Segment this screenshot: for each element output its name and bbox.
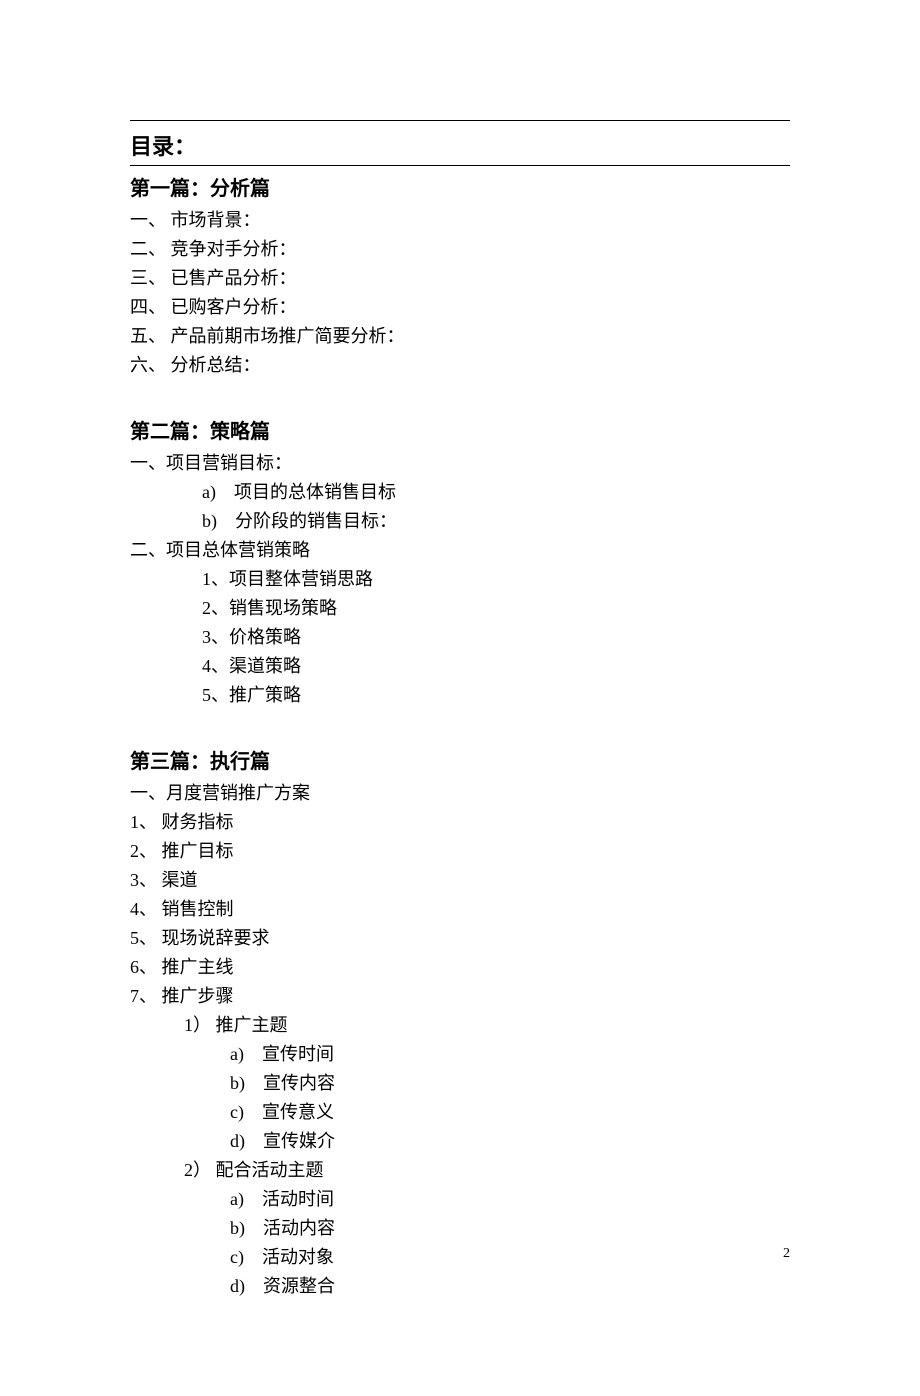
section-heading: 第一篇：分析篇 [130,172,790,201]
toc-entry: 1、项目整体营销思路 [130,566,790,593]
toc-title: 目录： [130,129,790,161]
toc-entry: a) 宣传时间 [130,1041,790,1068]
toc-entry: 1、 财务指标 [130,809,790,836]
toc-entry: c) 宣传意义 [130,1099,790,1126]
toc-section: 第一篇：分析篇一、 市场背景：二、 竞争对手分析：三、 已售产品分析：四、 已购… [130,172,790,379]
toc-entry: 5、推广策略 [130,682,790,709]
section-heading: 第二篇：策略篇 [130,415,790,444]
toc-entry: b) 活动内容 [130,1215,790,1242]
page-number: 2 [783,1246,790,1262]
toc-entry: 四、 已购客户分析： [130,294,790,321]
toc-entry: 4、渠道策略 [130,653,790,680]
toc-entry: 6、 推广主线 [130,954,790,981]
toc-entry: 2、 推广目标 [130,838,790,865]
toc-entry: 二、 竞争对手分析： [130,236,790,263]
title-underline [130,165,790,166]
toc-entry: 一、 市场背景： [130,207,790,234]
toc-entry: 六、 分析总结： [130,352,790,379]
toc-sections: 第一篇：分析篇一、 市场背景：二、 竞争对手分析：三、 已售产品分析：四、 已购… [130,172,790,1300]
toc-entry: 7、 推广步骤 [130,983,790,1010]
top-rule [130,120,790,121]
toc-entry: 五、 产品前期市场推广简要分析： [130,323,790,350]
toc-entry: a) 项目的总体销售目标 [130,479,790,506]
toc-entry: 一、月度营销推广方案 [130,780,790,807]
toc-entry: b) 分阶段的销售目标： [130,508,790,535]
toc-entry: 5、 现场说辞要求 [130,925,790,952]
toc-entry: 2） 配合活动主题 [130,1157,790,1184]
toc-section: 第三篇：执行篇一、月度营销推广方案1、 财务指标2、 推广目标3、 渠道4、 销… [130,745,790,1300]
toc-entry: a) 活动时间 [130,1186,790,1213]
toc-entry: 二、项目总体营销策略 [130,537,790,564]
toc-entry: d) 宣传媒介 [130,1128,790,1155]
toc-entry: d) 资源整合 [130,1273,790,1300]
toc-entry: 2、销售现场策略 [130,595,790,622]
toc-entry: 3、价格策略 [130,624,790,651]
toc-entry: 4、 销售控制 [130,896,790,923]
toc-entry: b) 宣传内容 [130,1070,790,1097]
toc-entry: 三、 已售产品分析： [130,265,790,292]
toc-section: 第二篇：策略篇一、项目营销目标：a) 项目的总体销售目标b) 分阶段的销售目标：… [130,415,790,709]
toc-entry: 1） 推广主题 [130,1012,790,1039]
toc-entry: c) 活动对象 [130,1244,790,1271]
section-heading: 第三篇：执行篇 [130,745,790,774]
toc-entry: 一、项目营销目标： [130,450,790,477]
toc-entry: 3、 渠道 [130,867,790,894]
document-page: 目录： 第一篇：分析篇一、 市场背景：二、 竞争对手分析：三、 已售产品分析：四… [0,0,920,1396]
